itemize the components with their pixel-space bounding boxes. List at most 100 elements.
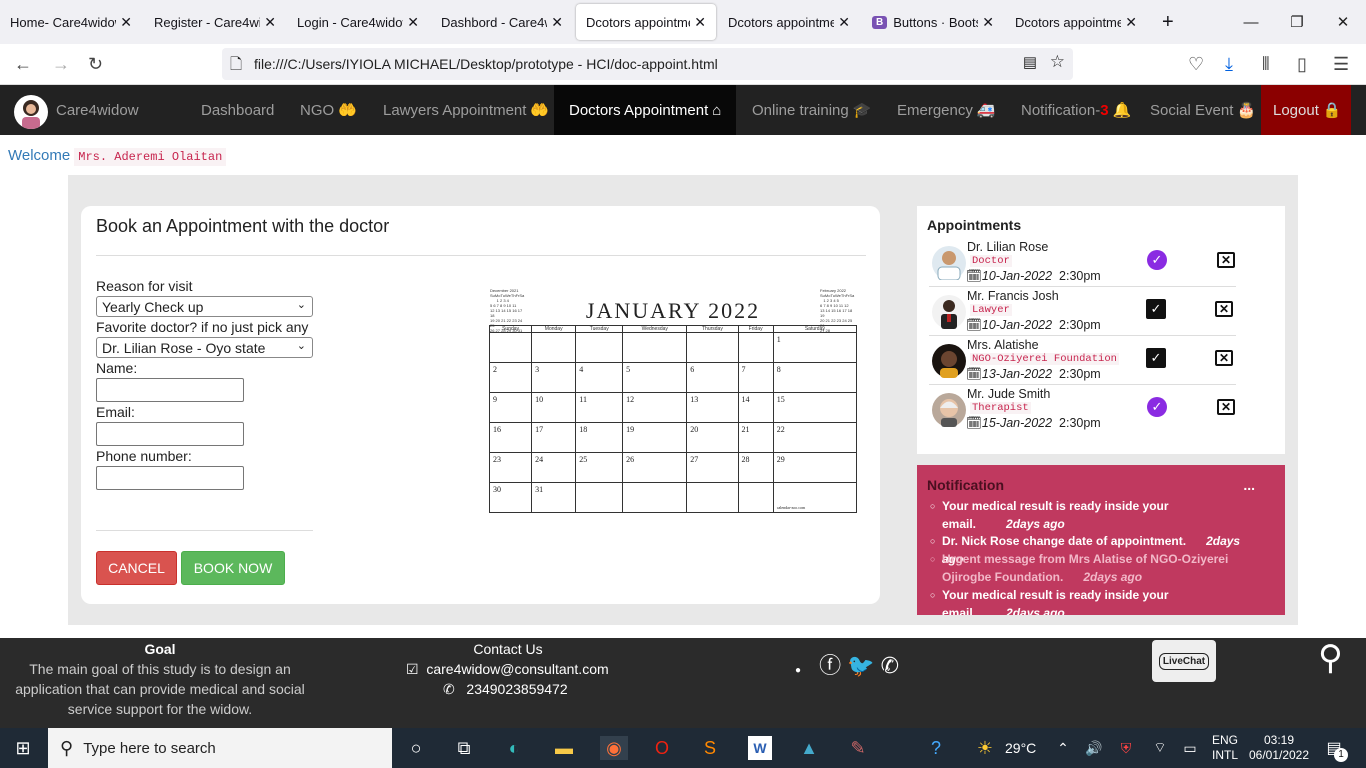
- windows-start-icon[interactable]: ⊞: [11, 736, 35, 760]
- nav-logout[interactable]: Logout 🔒: [1261, 85, 1351, 135]
- nav-training[interactable]: Online training 🎓: [752, 85, 871, 135]
- calendar-day-cell: 7: [737, 362, 774, 393]
- hand-heart-icon: 🤲: [530, 102, 550, 119]
- tab-title: Home- Care4widow: [10, 14, 117, 30]
- opera-icon[interactable]: O: [650, 736, 674, 760]
- antivirus-icon[interactable]: ⛨: [1114, 736, 1138, 760]
- reason-select[interactable]: Yearly Check up ⌄: [96, 296, 313, 317]
- sidebar-icon[interactable]: ▯: [1297, 54, 1307, 75]
- phone-label: Phone number:: [96, 448, 192, 464]
- cancel-appointment-icon[interactable]: ✕: [1215, 350, 1233, 366]
- word-icon[interactable]: W: [748, 736, 772, 760]
- calendar-grid: Sunday Monday Tuesday Wednesday Thursday Frid…: [488, 325, 858, 513]
- nav-notification[interactable]: Notification- 3 🔔: [1021, 85, 1131, 135]
- notification-item[interactable]: Urgent message from Mrs Alatise of NGO-O…: [930, 550, 1242, 586]
- close-icon[interactable]: ✕: [982, 14, 994, 31]
- cancel-button[interactable]: CANCEL: [96, 551, 177, 585]
- reader-icon[interactable]: ▤: [1023, 53, 1037, 71]
- back-icon[interactable]: ←: [14, 54, 32, 75]
- chevron-up-icon[interactable]: ⌃: [1051, 736, 1075, 760]
- close-icon[interactable]: ✕: [838, 14, 850, 31]
- calendar-icon: 🗓: [966, 367, 982, 381]
- doctor-select[interactable]: Dr. Lilian Rose - Oyo state ⌄: [96, 337, 313, 358]
- clock[interactable]: 03:19 06/01/2022: [1248, 733, 1310, 763]
- new-tab-button[interactable]: +: [1152, 0, 1182, 44]
- nav-dashboard[interactable]: Dashboard: [201, 85, 274, 135]
- notification-item[interactable]: Your medical result is ready inside your…: [930, 497, 1262, 533]
- library-icon[interactable]: ⫴: [1262, 54, 1270, 75]
- close-icon[interactable]: ✕: [264, 14, 276, 31]
- url-bar[interactable]: 🗋 file:///C:/Users/IYIOLA MICHAEL/Deskto…: [222, 48, 1073, 80]
- taskbar-search[interactable]: ⚲ Type here to search: [48, 728, 392, 768]
- browser-tab[interactable]: Dcotors appointment✕: [718, 0, 860, 44]
- battery-icon[interactable]: ▭: [1178, 736, 1202, 760]
- download-icon[interactable]: ⤓: [1225, 54, 1233, 75]
- nav-emergency[interactable]: Emergency 🚑: [897, 85, 996, 135]
- calendar-day-cell: 11: [575, 392, 624, 423]
- close-icon[interactable]: ✕: [120, 14, 132, 31]
- search-icon[interactable]: ⚲: [1318, 638, 1343, 678]
- close-icon[interactable]: ✕: [551, 14, 563, 31]
- paint-icon[interactable]: ✎: [846, 736, 870, 760]
- reload-icon[interactable]: ↻: [88, 54, 103, 75]
- cancel-appointment-icon[interactable]: ✕: [1217, 399, 1235, 415]
- sublime-icon[interactable]: S: [698, 736, 722, 760]
- checked-box-icon[interactable]: ✓: [1146, 299, 1166, 319]
- nav-social[interactable]: Social Event 🎂: [1150, 85, 1256, 135]
- minimize-button[interactable]: —: [1228, 0, 1274, 44]
- whatsapp-icon[interactable]: ✆: [881, 653, 905, 678]
- calendar-day-cell: [622, 332, 688, 363]
- livechat-button[interactable]: LiveChat: [1152, 640, 1216, 682]
- close-icon[interactable]: ✕: [1125, 14, 1137, 31]
- brand-avatar: [14, 95, 48, 129]
- book-now-button[interactable]: BOOK NOW: [181, 551, 285, 585]
- browser-tab[interactable]: Home- Care4widow ✕: [0, 0, 142, 44]
- cancel-appointment-icon[interactable]: ✕: [1217, 252, 1235, 268]
- language-indicator[interactable]: ENG INTL: [1212, 733, 1238, 763]
- firefox-icon[interactable]: ◉: [600, 736, 628, 760]
- tab-title: Dashbord - Care4widow: [441, 14, 547, 30]
- restore-button[interactable]: ❐: [1274, 0, 1320, 44]
- edge-icon[interactable]: ◐: [502, 736, 526, 760]
- pocket-icon[interactable]: ♡: [1188, 54, 1204, 75]
- cancel-appointment-icon[interactable]: ✕: [1215, 301, 1233, 317]
- check-circle-icon[interactable]: ✓: [1147, 397, 1167, 417]
- booking-title: Book an Appointment with the doctor: [96, 216, 390, 236]
- volume-icon[interactable]: 🔊: [1082, 736, 1106, 760]
- brand-link[interactable]: Care4widow: [56, 85, 139, 135]
- browser-tab[interactable]: Login - Care4widow ✕: [287, 0, 429, 44]
- browser-tab[interactable]: Dcotors appointment✕: [1005, 0, 1147, 44]
- wifi-icon[interactable]: ⌔: [1148, 736, 1172, 760]
- nav-lawyers[interactable]: Lawyers Appointment 🤲: [383, 85, 549, 135]
- phone-input[interactable]: [96, 466, 244, 490]
- calendar-day-cell: 20: [686, 422, 739, 453]
- notification-item[interactable]: Your medical result is ready inside your…: [930, 586, 1262, 615]
- nav-doctors[interactable]: Doctors Appointment ⌂: [554, 85, 737, 135]
- file-explorer-icon[interactable]: ▬: [552, 736, 576, 760]
- browser-tab-active[interactable]: Dcotors appointment✕: [576, 4, 716, 40]
- more-icon[interactable]: ...: [1243, 477, 1255, 493]
- close-window-button[interactable]: ✕: [1320, 0, 1366, 44]
- menu-icon[interactable]: ☰: [1333, 54, 1349, 75]
- facebook-icon[interactable]: ⓕ: [819, 653, 847, 678]
- nav-ngo[interactable]: NGO 🤲: [300, 85, 357, 135]
- task-view-icon[interactable]: ⧉: [452, 736, 476, 760]
- check-circle-icon[interactable]: ✓: [1147, 250, 1167, 270]
- help-icon[interactable]: ?: [924, 736, 948, 760]
- bookmark-star-icon[interactable]: ☆: [1050, 52, 1065, 72]
- browser-tab[interactable]: Register - Care4widow✕: [144, 0, 286, 44]
- name-input[interactable]: [96, 378, 244, 402]
- photos-icon[interactable]: ▲: [797, 736, 821, 760]
- cortana-icon[interactable]: ○: [404, 736, 428, 760]
- calendar-icon: 🗓: [966, 416, 982, 430]
- twitter-icon[interactable]: 🐦: [847, 653, 880, 678]
- forward-icon[interactable]: →: [52, 54, 70, 75]
- calendar-day-header: Tuesday: [575, 325, 624, 333]
- close-icon[interactable]: ✕: [694, 14, 706, 31]
- checked-box-icon[interactable]: ✓: [1146, 348, 1166, 368]
- email-input[interactable]: [96, 422, 244, 446]
- close-icon[interactable]: ✕: [407, 14, 419, 31]
- browser-tab[interactable]: B Buttons · Bootstrap✕: [862, 0, 1004, 44]
- browser-tab[interactable]: Dashbord - Care4widow✕: [431, 0, 573, 44]
- calendar-day-cell: [622, 482, 688, 513]
